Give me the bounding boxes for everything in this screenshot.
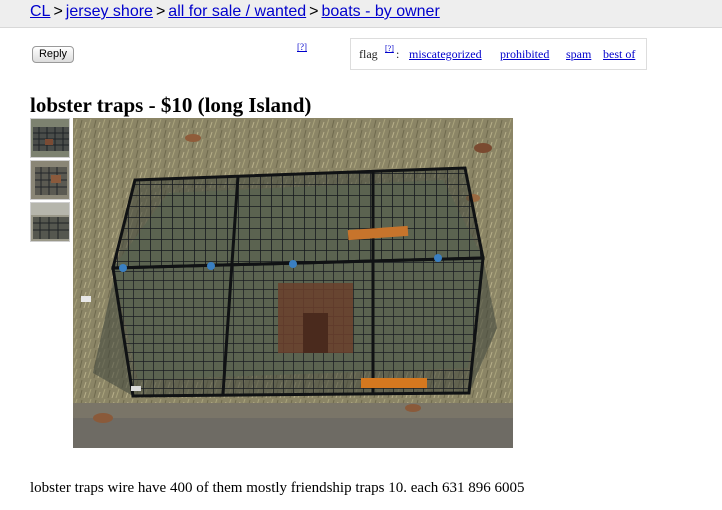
breadcrumb-boats-link[interactable]: boats - by owner <box>322 3 440 20</box>
flag-miscategorized-link[interactable]: miscategorized <box>409 47 482 62</box>
flag-best-of-link[interactable]: best of <box>603 47 635 62</box>
posting-title: lobster traps - $10 (long Island) <box>30 93 312 118</box>
flag-spam-link[interactable]: spam <box>566 47 591 62</box>
breadcrumb-for-sale-link[interactable]: all for sale / wanted <box>168 3 306 20</box>
flag-colon: : <box>396 47 400 61</box>
breadcrumb-jersey-shore-link[interactable]: jersey shore <box>66 3 153 20</box>
reply-button[interactable]: Reply <box>32 46 74 63</box>
thumbnail-2[interactable] <box>30 160 70 200</box>
breadcrumb-cl-link[interactable]: CL <box>30 3 50 20</box>
thumbnail-1[interactable] <box>30 118 70 158</box>
reply-help-link[interactable]: [?] <box>297 42 307 52</box>
breadcrumb-separator: > <box>155 3 166 20</box>
thumbnail-3[interactable] <box>30 202 70 242</box>
breadcrumb-separator: > <box>309 3 319 20</box>
main-photo[interactable] <box>73 118 513 448</box>
flag-box: flag [?] : miscategorized prohibited spa… <box>350 38 647 70</box>
breadcrumb-separator: > <box>53 3 63 20</box>
flag-label: flag <box>359 47 378 61</box>
flag-prohibited-link[interactable]: prohibited <box>500 47 549 62</box>
flag-help-link[interactable]: [?] <box>385 44 394 53</box>
posting-body: lobster traps wire have 400 of them most… <box>30 480 525 496</box>
breadcrumb-bar: CL > jersey shore > all for sale / wanted > bo… <box>0 0 722 28</box>
breadcrumb: CL > jersey shore > all for sale / wanted > bo… <box>30 2 440 22</box>
